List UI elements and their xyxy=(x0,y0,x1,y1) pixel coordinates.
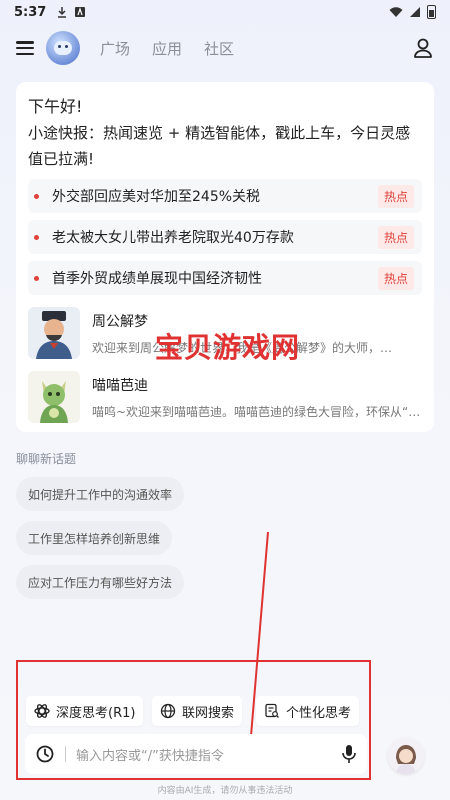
deep-think-icon xyxy=(34,704,50,718)
agent-avatar xyxy=(28,307,80,359)
topic-suggestion[interactable]: 工作里怎样培养创新思维 xyxy=(16,521,173,555)
personalized-think-label: 个性化思考 xyxy=(286,705,352,721)
chat-input-bar: 输入内容或“/”获快捷指令 xyxy=(25,734,367,774)
bullet-dot xyxy=(34,275,39,281)
document-search-icon xyxy=(265,703,279,718)
news-title: 老太被大女儿带出养老院取光40万存款 xyxy=(52,230,294,246)
greeting-text: 下午好! xyxy=(28,97,83,116)
web-search-label: 联网搜索 xyxy=(182,705,235,721)
agent-name: 喵喵芭迪 xyxy=(92,377,148,394)
topics-title: 聊聊新话题 xyxy=(16,452,77,466)
status-bar: 5:37 xyxy=(0,0,450,24)
tab-community[interactable]: 社区 xyxy=(204,38,234,59)
status-notification-icons xyxy=(56,6,86,18)
app-avatar[interactable] xyxy=(46,31,80,65)
news-item[interactable]: 首季外贸成绩单展现中国经济韧性 热点 xyxy=(28,261,422,295)
news-item[interactable]: 老太被大女儿带出养老院取光40万存款 热点 xyxy=(28,220,422,254)
agent-avatar xyxy=(28,371,80,423)
hot-badge: 热点 xyxy=(377,266,414,290)
agent-description: 喵呜~欢迎来到喵喵芭迪。喵喵芭迪的绿色大冒险，环保从“… xyxy=(92,404,421,419)
topic-suggestion[interactable]: 如何提升工作中的沟通效率 xyxy=(16,477,185,511)
news-item[interactable]: 外交部回应美对华加至245%关税 热点 xyxy=(28,179,422,213)
watermark-text: 宝贝游戏网 xyxy=(155,331,301,364)
deep-think-button[interactable]: 深度思考(R1) xyxy=(26,696,144,726)
topic-suggestion[interactable]: 应对工作压力有哪些好方法 xyxy=(16,565,185,599)
menu-icon[interactable] xyxy=(16,41,34,55)
agent-item-miaomiao[interactable]: 喵喵芭迪 喵呜~欢迎来到喵喵芭迪。喵喵芭迪的绿色大冒险，环保从“… xyxy=(28,371,422,423)
input-divider xyxy=(65,746,66,762)
news-card: 下午好! 小途快报：热闻速览 + 精选智能体，戳此上车，今日灵感值已拉满! 外交… xyxy=(16,82,434,432)
download-icon xyxy=(58,7,67,18)
tab-plaza[interactable]: 广场 xyxy=(100,38,130,59)
chat-input[interactable]: 输入内容或“/”获快捷指令 xyxy=(76,745,341,764)
app-notification-icon xyxy=(75,7,86,17)
history-clock-icon[interactable] xyxy=(35,744,55,764)
microphone-icon[interactable] xyxy=(341,744,357,764)
bullet-dot xyxy=(34,234,39,240)
hot-badge: 热点 xyxy=(377,225,414,249)
personalized-think-button[interactable]: 个性化思考 xyxy=(256,696,360,726)
deep-think-label: 深度思考(R1) xyxy=(56,705,136,721)
battery-icon xyxy=(427,5,436,19)
signal-icon xyxy=(410,7,420,17)
ai-disclaimer: 内容由AI生成，请勿从事违法活动 xyxy=(157,786,293,796)
bullet-dot xyxy=(34,193,39,199)
wifi-icon xyxy=(389,7,403,17)
top-header: 广场 应用 社区 xyxy=(0,28,450,68)
web-search-button[interactable]: 联网搜索 xyxy=(152,696,243,726)
hot-badge: 热点 xyxy=(377,184,414,208)
tab-apps[interactable]: 应用 xyxy=(152,38,182,59)
news-title: 外交部回应美对华加至245%关税 xyxy=(52,189,261,205)
news-title: 首季外贸成绩单展现中国经济韧性 xyxy=(52,271,262,287)
globe-icon xyxy=(160,703,176,719)
assistant-avatar[interactable] xyxy=(388,738,424,774)
intro-text[interactable]: 小途快报：热闻速览 + 精选智能体，戳此上车，今日灵感值已拉满! xyxy=(28,120,422,172)
user-icon[interactable] xyxy=(412,37,434,59)
status-time: 5:37 xyxy=(14,4,47,20)
